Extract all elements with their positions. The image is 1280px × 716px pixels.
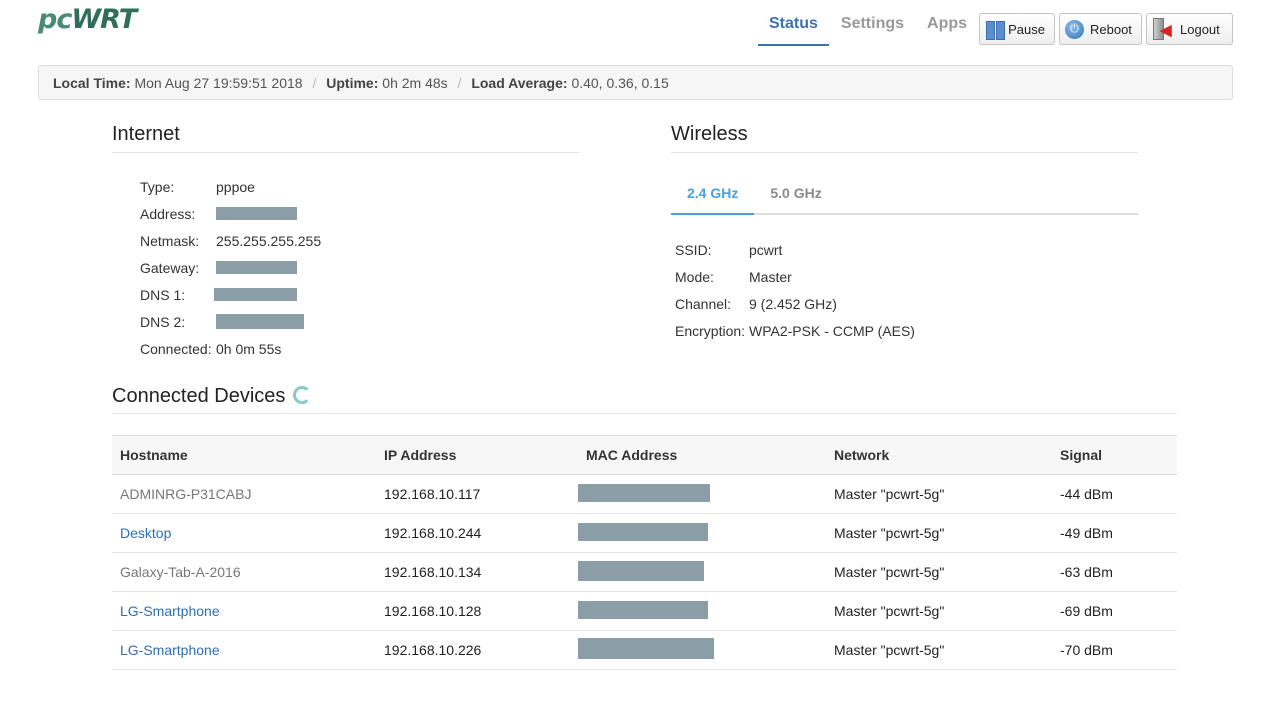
gateway-label: Gateway: bbox=[140, 259, 200, 276]
connected-value: 0h 0m 55s bbox=[216, 340, 282, 357]
column-mac-address: MAC Address bbox=[578, 435, 826, 475]
column-ip-address: IP Address bbox=[376, 435, 578, 475]
separator: / bbox=[312, 75, 317, 91]
connected-devices-table: Hostname IP Address MAC Address Network … bbox=[112, 435, 1177, 670]
address-redacted bbox=[216, 207, 297, 220]
load-average-label: Load Average: bbox=[471, 75, 568, 91]
hostname-cell: ADMINRG-P31CABJ bbox=[112, 474, 376, 514]
mac-redacted bbox=[578, 638, 714, 659]
mac-redacted bbox=[578, 600, 708, 619]
table-row: ADMINRG-P31CABJ 192.168.10.117 Master "p… bbox=[112, 474, 1177, 514]
hostname-link[interactable]: Desktop bbox=[112, 513, 376, 553]
local-time-value: Mon Aug 27 19:59:51 2018 bbox=[134, 75, 303, 91]
encryption-value: WPA2-PSK - CCMP (AES) bbox=[749, 322, 915, 339]
table-row: LG-Smartphone 192.168.10.226 Master "pcw… bbox=[112, 630, 1177, 670]
wireless-info: SSID: pcwrt Mode: Master Channel: 9 (2.452 … bbox=[675, 236, 915, 344]
reboot-button[interactable]: ⏻ Reboot bbox=[1059, 13, 1142, 45]
signal-cell: -69 dBm bbox=[1052, 591, 1177, 631]
ip-cell: 192.168.10.226 bbox=[376, 630, 578, 670]
wireless-title: Wireless bbox=[671, 123, 1138, 153]
pause-button[interactable]: Pause bbox=[979, 13, 1055, 45]
separator: / bbox=[457, 75, 462, 91]
ip-cell: 192.168.10.117 bbox=[376, 474, 578, 514]
network-cell: Master "pcwrt-5g" bbox=[826, 552, 1052, 592]
internet-title: Internet bbox=[112, 123, 580, 153]
table-row: Galaxy-Tab-A-2016 192.168.10.134 Master … bbox=[112, 552, 1177, 592]
tab-5-0-ghz[interactable]: 5.0 GHz bbox=[754, 175, 837, 215]
mac-cell bbox=[578, 630, 826, 670]
system-status-bar: Local Time: Mon Aug 27 19:59:51 2018 / U… bbox=[38, 65, 1233, 100]
signal-cell: -63 dBm bbox=[1052, 552, 1177, 592]
netmask-value: 255.255.255.255 bbox=[216, 232, 322, 249]
nav-status[interactable]: Status bbox=[758, 0, 829, 46]
hostname-cell: Galaxy-Tab-A-2016 bbox=[112, 552, 376, 592]
dns1-label: DNS 1: bbox=[140, 286, 186, 303]
logout-button[interactable]: ◀ Logout bbox=[1146, 13, 1233, 45]
signal-cell: -44 dBm bbox=[1052, 474, 1177, 514]
column-signal: Signal bbox=[1052, 435, 1177, 475]
table-row: LG-Smartphone 192.168.10.128 Master "pcw… bbox=[112, 591, 1177, 631]
dns2-redacted bbox=[216, 314, 304, 329]
refresh-icon[interactable] bbox=[293, 386, 312, 404]
logout-icon: ◀ bbox=[1152, 17, 1174, 41]
channel-value: 9 (2.452 GHz) bbox=[749, 295, 837, 312]
ip-cell: 192.168.10.134 bbox=[376, 552, 578, 592]
table-header-row: Hostname IP Address MAC Address Network … bbox=[112, 435, 1177, 475]
mac-redacted bbox=[578, 560, 704, 581]
network-cell: Master "pcwrt-5g" bbox=[826, 474, 1052, 514]
power-icon: ⏻ bbox=[1065, 19, 1084, 39]
internet-info: Type: pppoe Address: Netmask: 255.255.255.… bbox=[140, 173, 321, 362]
pcwrt-logo[interactable]: pcWRT bbox=[38, 4, 137, 35]
wireless-band-tabs: 2.4 GHz 5.0 GHz bbox=[671, 175, 1138, 215]
column-hostname: Hostname bbox=[112, 435, 376, 475]
main-nav: Status Settings Apps bbox=[758, 0, 979, 46]
nav-settings[interactable]: Settings bbox=[830, 0, 915, 46]
ssid-label: SSID: bbox=[675, 241, 712, 258]
nav-apps[interactable]: Apps bbox=[916, 0, 978, 46]
connected-label: Connected: bbox=[140, 340, 212, 357]
type-label: Type: bbox=[140, 178, 175, 195]
mac-cell bbox=[578, 513, 826, 553]
gateway-redacted bbox=[216, 261, 297, 274]
pause-icon bbox=[985, 20, 1006, 40]
hostname-link[interactable]: LG-Smartphone bbox=[112, 630, 376, 670]
mac-redacted bbox=[578, 483, 710, 502]
mac-cell bbox=[578, 591, 826, 631]
network-cell: Master "pcwrt-5g" bbox=[826, 591, 1052, 631]
load-average-value: 0.40, 0.36, 0.15 bbox=[571, 75, 669, 91]
table-row: Desktop 192.168.10.244 Master "pcwrt-5g"… bbox=[112, 513, 1177, 553]
dns2-label: DNS 2: bbox=[140, 313, 186, 330]
type-value: pppoe bbox=[216, 178, 255, 195]
network-cell: Master "pcwrt-5g" bbox=[826, 513, 1052, 553]
mode-value: Master bbox=[749, 268, 792, 285]
encryption-label: Encryption: bbox=[675, 322, 746, 339]
uptime-value: 0h 2m 48s bbox=[382, 75, 448, 91]
ssid-value: pcwrt bbox=[749, 241, 783, 258]
netmask-label: Netmask: bbox=[140, 232, 200, 249]
channel-label: Channel: bbox=[675, 295, 732, 312]
mac-cell bbox=[578, 552, 826, 592]
hostname-link[interactable]: LG-Smartphone bbox=[112, 591, 376, 631]
network-cell: Master "pcwrt-5g" bbox=[826, 630, 1052, 670]
connected-devices-title: Connected Devices bbox=[112, 385, 1177, 414]
mac-redacted bbox=[578, 522, 708, 541]
address-label: Address: bbox=[140, 205, 196, 222]
uptime-label: Uptime: bbox=[326, 75, 379, 91]
ip-cell: 192.168.10.244 bbox=[376, 513, 578, 553]
local-time-label: Local Time: bbox=[53, 75, 131, 91]
signal-cell: -49 dBm bbox=[1052, 513, 1177, 553]
dns1-redacted bbox=[214, 288, 297, 301]
ip-cell: 192.168.10.128 bbox=[376, 591, 578, 631]
tab-2-4-ghz[interactable]: 2.4 GHz bbox=[671, 175, 755, 215]
mac-cell bbox=[578, 474, 826, 514]
signal-cell: -70 dBm bbox=[1052, 630, 1177, 670]
column-network: Network bbox=[826, 435, 1052, 475]
mode-label: Mode: bbox=[675, 268, 714, 285]
